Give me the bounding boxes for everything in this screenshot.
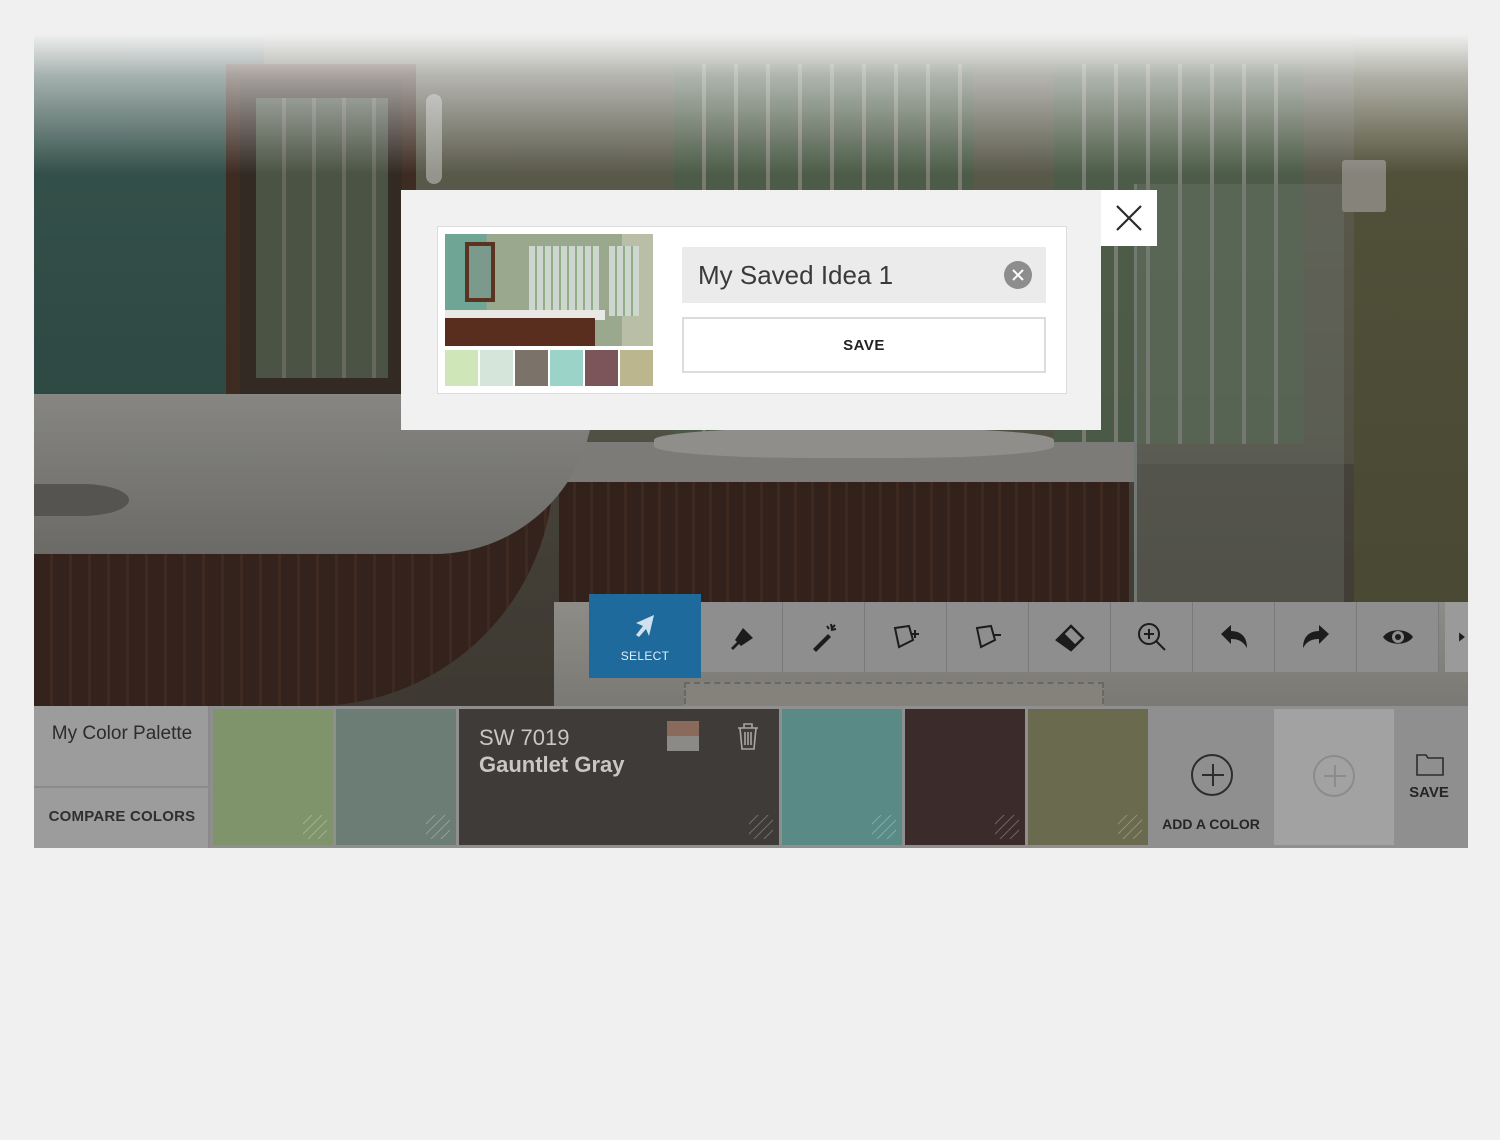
close-icon <box>1116 205 1142 231</box>
redo-icon <box>1302 625 1329 648</box>
app-frame: SELECT My Color Palette COMPARE COLORS S… <box>34 34 1468 848</box>
selected-color-name: Gauntlet Gray <box>479 752 625 777</box>
select-tool-button[interactable]: SELECT <box>589 594 701 678</box>
remove-area-tool-button[interactable] <box>947 602 1029 672</box>
add-area-tool-button[interactable] <box>865 602 947 672</box>
resize-grip-icon <box>995 815 1019 839</box>
clear-input-button[interactable] <box>1004 261 1032 289</box>
plus-circle-icon <box>1313 755 1355 797</box>
color-palette-bar: My Color Palette COMPARE COLORS SW 7019 … <box>34 706 1468 848</box>
coordinating-colors-icon[interactable] <box>667 721 699 751</box>
folder-icon <box>1416 754 1444 776</box>
close-circle-icon <box>1012 269 1024 281</box>
add-color-label: ADD A COLOR <box>1162 816 1260 832</box>
palette-swatch-6[interactable] <box>1028 709 1148 845</box>
eraser-tool-button[interactable] <box>1029 602 1111 672</box>
chevron-right-icon <box>1459 632 1465 642</box>
undo-icon <box>1220 625 1247 648</box>
magic-wand-tool-button[interactable] <box>783 602 865 672</box>
palette-side-panel: My Color Palette COMPARE COLORS <box>34 706 210 848</box>
eraser-icon <box>1054 624 1085 652</box>
dialog-card: SAVE <box>437 226 1067 394</box>
room-thumbnail-image <box>445 234 653 346</box>
color-chip <box>620 350 653 386</box>
color-chip <box>445 350 478 386</box>
save-idea-dialog: SAVE <box>401 190 1101 430</box>
thumbnail-color-chips <box>445 350 653 386</box>
color-chip <box>480 350 513 386</box>
idea-thumbnail <box>445 234 653 386</box>
palette-swatch-4[interactable] <box>782 709 902 845</box>
save-idea-button[interactable]: SAVE <box>682 317 1046 373</box>
color-chip <box>515 350 548 386</box>
palette-swatch-2[interactable] <box>336 709 456 845</box>
close-dialog-button[interactable] <box>1101 190 1157 246</box>
select-label: SELECT <box>620 649 670 663</box>
remove-shape-icon <box>975 624 1001 649</box>
palette-swatch-selected[interactable]: SW 7019 Gauntlet Gray <box>459 709 779 845</box>
selected-color-code: SW 7019 <box>479 725 570 750</box>
zoom-tool-button[interactable] <box>1111 602 1193 672</box>
select-icon <box>636 615 654 637</box>
paint-bucket-tool-button[interactable] <box>701 602 783 672</box>
magic-wand-icon <box>812 623 836 652</box>
preview-toggle-button[interactable] <box>1357 602 1439 672</box>
trash-icon[interactable] <box>735 721 761 751</box>
toolbar-more-button[interactable] <box>1445 602 1468 672</box>
add-color-button[interactable]: ADD A COLOR <box>1151 706 1271 848</box>
color-chip <box>550 350 583 386</box>
palette-divider <box>34 786 210 788</box>
idea-name-input[interactable] <box>682 247 1046 303</box>
palette-title: My Color Palette <box>51 723 193 744</box>
undo-button[interactable] <box>1193 602 1275 672</box>
resize-grip-icon <box>872 815 896 839</box>
resize-grip-icon <box>426 815 450 839</box>
redo-button[interactable] <box>1275 602 1357 672</box>
paint-toolbar: SELECT <box>589 594 1468 706</box>
save-palette-button[interactable]: SAVE <box>1394 706 1464 848</box>
add-shape-icon <box>893 624 919 649</box>
zoom-in-icon <box>1137 623 1166 651</box>
save-palette-label: SAVE <box>1409 784 1449 801</box>
palette-swatch-5[interactable] <box>905 709 1025 845</box>
resize-grip-icon <box>1118 815 1142 839</box>
compare-colors-button[interactable]: COMPARE COLORS <box>34 808 210 825</box>
eye-icon <box>1382 630 1413 644</box>
plus-circle-icon <box>1191 754 1233 796</box>
paint-bucket-icon <box>730 628 753 650</box>
palette-swatch-1[interactable] <box>213 709 333 845</box>
empty-swatch-slot[interactable] <box>1274 709 1394 845</box>
color-chip <box>585 350 618 386</box>
resize-grip-icon <box>303 815 327 839</box>
top-fade <box>34 34 1468 174</box>
resize-grip-icon <box>749 815 773 839</box>
